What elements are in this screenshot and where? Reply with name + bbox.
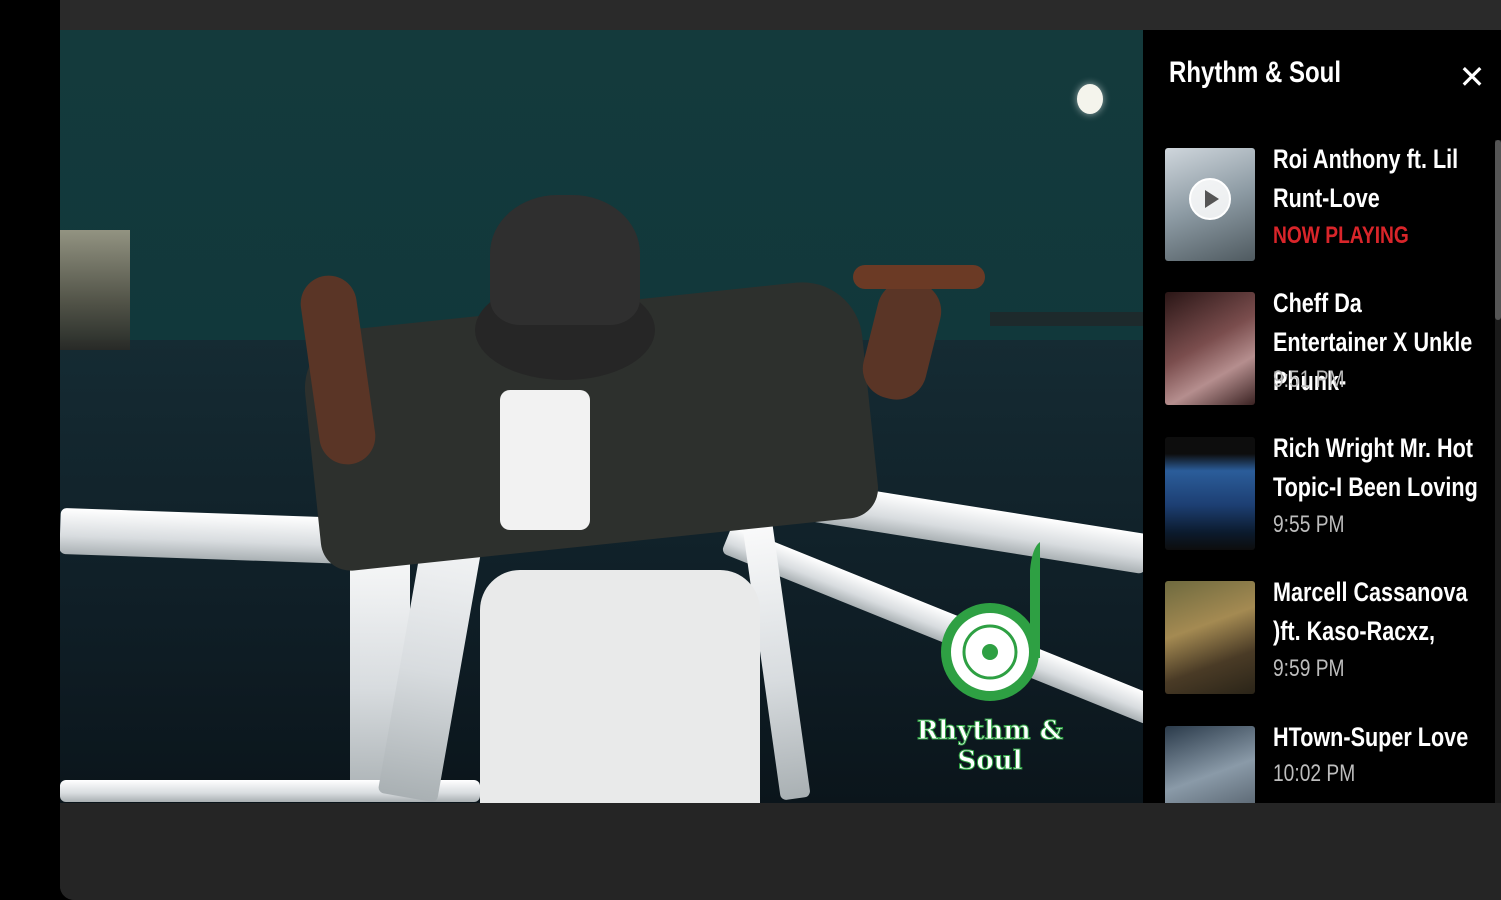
channel-logo-icon bbox=[941, 542, 1040, 701]
close-icon: ✕ bbox=[1458, 59, 1486, 95]
video-scene-building bbox=[60, 230, 130, 350]
playlist-panel: Rhythm & Soul ✕ Roi Anthony ft. Lil Runt… bbox=[1143, 30, 1501, 803]
video-player[interactable]: Rhythm & Soul bbox=[60, 30, 1143, 803]
video-scene-person-tee bbox=[500, 390, 590, 530]
bottom-bar bbox=[60, 803, 1501, 900]
playlist-item[interactable]: Rich Wright Mr. Hot Topic-I Been Loving … bbox=[1165, 429, 1485, 550]
scrollbar-thumb[interactable] bbox=[1495, 140, 1501, 320]
playlist-item-title: HTown-Super Love bbox=[1273, 722, 1469, 752]
playlist-item[interactable]: Marcell Cassanova )ft. Kaso-Racxz, 9:59 … bbox=[1165, 573, 1485, 694]
video-scene-moon bbox=[1077, 84, 1103, 114]
playlist-title: Rhythm & Soul bbox=[1169, 56, 1341, 89]
video-scene-shore bbox=[990, 312, 1143, 326]
video-scene-hat-crown bbox=[490, 195, 640, 325]
playlist-item-time: 10:02 PM bbox=[1273, 760, 1356, 787]
playlist-scrollbar[interactable] bbox=[1495, 140, 1501, 803]
video-thumbnail bbox=[1165, 148, 1255, 261]
video-thumbnail bbox=[1165, 292, 1255, 405]
video-scene-person-pants bbox=[480, 570, 760, 803]
playlist-item-time: 9:59 PM bbox=[1273, 655, 1345, 682]
channel-watermark: Rhythm & Soul bbox=[880, 540, 1100, 780]
watermark-text: Rhythm & Soul bbox=[916, 716, 1064, 777]
video-thumbnail bbox=[1165, 726, 1255, 803]
playlist-item-time: 9:55 PM bbox=[1273, 511, 1345, 538]
screen-frame: Rhythm & Soul Rhythm & Soul ✕ Roi Anthon… bbox=[0, 0, 1501, 900]
playlist-item-title: Rich Wright Mr. Hot Topic-I Been Loving bbox=[1273, 433, 1478, 502]
playlist[interactable]: Roi Anthony ft. Lil Runt-Love NOW PLAYIN… bbox=[1143, 140, 1493, 803]
playlist-item-time: 9:51 PM bbox=[1273, 366, 1345, 393]
playlist-item[interactable]: HTown-Super Love 10:02 PM bbox=[1165, 718, 1485, 803]
play-icon bbox=[1189, 178, 1231, 220]
player-app: Rhythm & Soul Rhythm & Soul ✕ Roi Anthon… bbox=[60, 0, 1501, 900]
playlist-item-title: Roi Anthony ft. Lil Runt-Love bbox=[1273, 144, 1459, 213]
playlist-item-title: Marcell Cassanova )ft. Kaso-Racxz, bbox=[1273, 577, 1468, 646]
playlist-item[interactable]: Roi Anthony ft. Lil Runt-Love NOW PLAYIN… bbox=[1165, 140, 1485, 261]
playlist-item[interactable]: Cheff Da Entertainer X Unkle Phunk- 9:51… bbox=[1165, 284, 1485, 405]
close-button[interactable]: ✕ bbox=[1455, 60, 1489, 94]
video-thumbnail bbox=[1165, 581, 1255, 694]
video-scene-cigar bbox=[853, 265, 985, 289]
top-bar bbox=[60, 0, 1501, 30]
video-thumbnail bbox=[1165, 437, 1255, 550]
now-playing-label: NOW PLAYING bbox=[1273, 222, 1409, 249]
